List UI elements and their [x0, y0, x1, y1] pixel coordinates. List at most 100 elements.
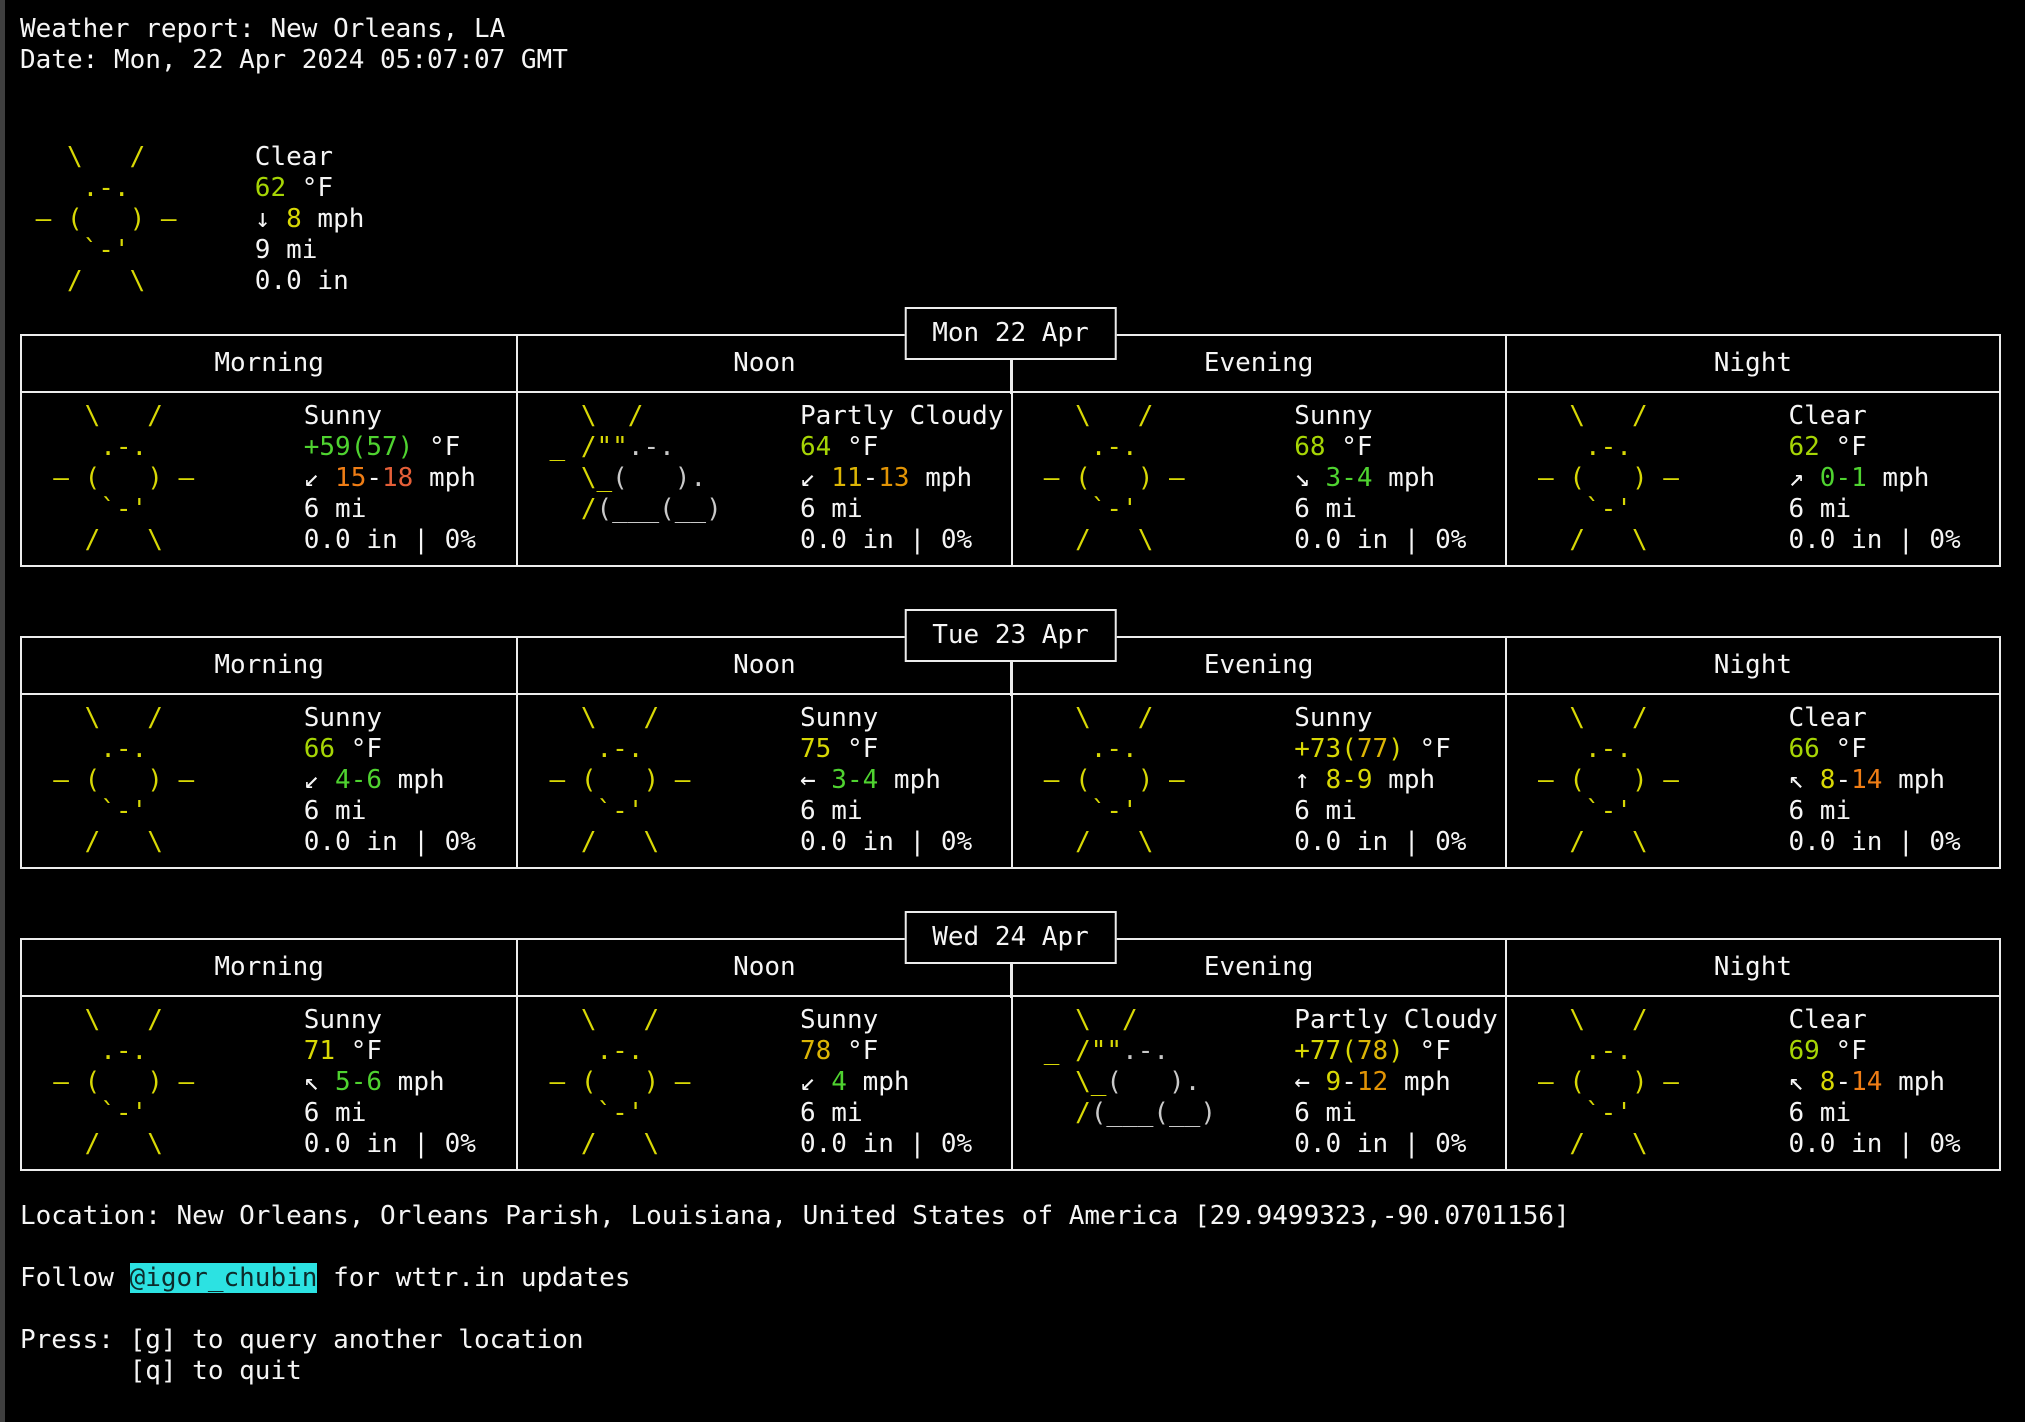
text-segment: Sunny	[304, 401, 382, 431]
text-segment: 6 mi	[800, 494, 863, 524]
text-segment: °F	[1820, 1036, 1867, 1066]
colored-text-segment: .-.	[38, 432, 148, 462]
colored-text-segment: ― ( ) ―	[1522, 765, 1679, 795]
weather-info: Partly Cloudy+77(78) °F← 9-12 mph6 mi0.0…	[1294, 1005, 1498, 1160]
colored-text-segment: 77	[1357, 734, 1388, 764]
text-segment: -	[1835, 765, 1851, 795]
colored-text-segment: \_	[534, 463, 612, 493]
forecast-cell-noon: \ / .-. ― ( ) ― `-' / \ Sunny75 °F← 3-4 …	[516, 695, 1010, 867]
colored-text-segment: \ /	[38, 703, 163, 733]
colored-text-segment: `-'	[38, 796, 148, 826]
colored-text-segment: \ /	[534, 703, 659, 733]
condition-text: Clear	[1788, 703, 1960, 734]
colored-text-segment: `-'	[534, 1098, 644, 1128]
text-segment: ↖	[304, 1067, 335, 1097]
colored-text-segment: 75	[800, 734, 831, 764]
text-segment: 6 mi	[1788, 796, 1851, 826]
text-segment: °F	[1404, 1036, 1451, 1066]
text-segment: Sunny	[304, 1005, 382, 1035]
date-box: Wed 24 Apr	[904, 911, 1117, 964]
weather-info: Sunny78 °F↙ 4 mph6 mi0.0 in | 0%	[800, 1005, 972, 1160]
colored-text-segment: .-.	[1522, 734, 1632, 764]
colored-text-segment: \ /	[38, 1005, 163, 1035]
colored-text-segment: ― ( ) ―	[1028, 463, 1185, 493]
colored-text-segment: /	[534, 494, 597, 524]
forecast-cell-evening: \ / .-. ― ( ) ― `-' / \ Sunny68 °F↘ 3-4 …	[1011, 393, 1505, 565]
igor-chubin-handle[interactable]: @igor_chubin	[130, 1263, 318, 1293]
text-segment: mph	[382, 765, 445, 795]
colored-text-segment: / \	[534, 827, 659, 857]
text-segment: 0.0 in	[255, 266, 349, 296]
colored-text-segment: `-'	[1522, 494, 1632, 524]
terminal-scrollbar[interactable]	[0, 0, 5, 1422]
colored-text-segment: 66	[304, 734, 335, 764]
condition-text: Sunny	[800, 1005, 972, 1036]
column-header-morning: Morning	[22, 940, 516, 995]
colored-text-segment: \ /	[1522, 703, 1647, 733]
colored-text-segment: / \	[1522, 1129, 1647, 1159]
text-segment: °F	[831, 432, 878, 462]
temperature-text: 66 °F	[304, 734, 476, 765]
text-segment: mph	[413, 463, 476, 493]
wind-text: ↘ 3-4 mph	[1294, 463, 1466, 494]
colored-text-segment: 78	[1357, 1036, 1388, 1066]
text-segment: 6 mi	[1294, 796, 1357, 826]
date-box-stem	[1010, 358, 1012, 394]
text-segment: Partly Cloudy	[1294, 1005, 1498, 1035]
visibility-text: 6 mi	[1788, 796, 1960, 827]
partly-cloudy-art: \ / _ /"".-. \_( ). /(___(__)	[1013, 1005, 1295, 1160]
forecast-cell-evening: \ / .-. ― ( ) ― `-' / \ Sunny+73(77) °F↑…	[1011, 695, 1505, 867]
text-segment: 0.0 in | 0%	[1294, 1129, 1466, 1159]
temperature-text: 78 °F	[800, 1036, 972, 1067]
sun-art: \ / .-. ― ( ) ― `-' / \	[22, 703, 304, 858]
text-segment: mph	[1373, 765, 1436, 795]
temperature-text: 69 °F	[1788, 1036, 1960, 1067]
temperature-text: 62 °F	[255, 173, 365, 204]
forecast-cell-morning: \ / .-. ― ( ) ― `-' / \ Sunny71 °F↖ 5-6 …	[22, 997, 516, 1169]
colored-text-segment: ― ( ) ―	[534, 765, 691, 795]
precipitation-text: 0.0 in | 0%	[1294, 525, 1466, 556]
report-title: Weather report: New Orleans, LA	[20, 14, 2001, 45]
precipitation-text: 0.0 in | 0%	[304, 1129, 476, 1160]
precipitation-text: 0.0 in | 0%	[800, 525, 1004, 556]
wind-text: ↙ 4 mph	[800, 1067, 972, 1098]
weather-info: Sunny66 °F↙ 4-6 mph6 mi0.0 in | 0%	[304, 703, 476, 858]
follow-prefix: Follow	[20, 1263, 130, 1293]
colored-text-segment: `-'	[1028, 494, 1138, 524]
column-header-night: Night	[1505, 940, 1999, 995]
text-segment: 0.0 in | 0%	[304, 1129, 476, 1159]
precipitation-text: 0.0 in | 0%	[1788, 827, 1960, 858]
text-segment: °F	[1404, 734, 1451, 764]
visibility-text: 6 mi	[304, 494, 476, 525]
sun-art: \ / .-. ― ( ) ― `-' / \	[518, 1005, 800, 1160]
wind-text: ↑ 8-9 mph	[1294, 765, 1466, 796]
wind-text: ↓ 8 mph	[255, 204, 365, 235]
column-header-morning: Morning	[22, 336, 516, 391]
precipitation-text: 0.0 in | 0%	[1294, 827, 1466, 858]
colored-text-segment: / \	[20, 266, 145, 296]
text-segment: -	[1835, 1067, 1851, 1097]
colored-text-segment: 3-4	[831, 765, 878, 795]
text-segment: °F	[413, 432, 460, 462]
forecast-day-section: Mon 22 AprMorningNoonEveningNight \ / .-…	[20, 307, 2001, 567]
follow-line: Follow @igor_chubin for wttr.in updates	[20, 1263, 2001, 1294]
text-segment: 6 mi	[1294, 1098, 1357, 1128]
colored-text-segment: +59(57)	[304, 432, 414, 462]
colored-text-segment: \ /	[1028, 1005, 1138, 1035]
condition-text: Partly Cloudy	[1294, 1005, 1498, 1036]
colored-text-segment: 14	[1851, 765, 1882, 795]
condition-text: Clear	[1788, 1005, 1960, 1036]
colored-text-segment: .-.	[1028, 734, 1138, 764]
colored-text-segment: 12	[1357, 1067, 1388, 1097]
precipitation-text: 0.0 in | 0%	[1788, 525, 1960, 556]
colored-text-segment: 15	[335, 463, 366, 493]
follow-suffix: for wttr.in updates	[317, 1263, 630, 1293]
text-segment: °F	[831, 1036, 878, 1066]
text-segment: -	[1341, 1067, 1357, 1097]
colored-text-segment: .-.	[38, 1036, 148, 1066]
colored-text-segment: `-'	[38, 1098, 148, 1128]
colored-text-segment: ― ( ) ―	[38, 765, 195, 795]
wind-text: ↗ 0-1 mph	[1788, 463, 1960, 494]
visibility-text: 6 mi	[800, 796, 972, 827]
colored-text-segment: _ /""	[1028, 1036, 1122, 1066]
